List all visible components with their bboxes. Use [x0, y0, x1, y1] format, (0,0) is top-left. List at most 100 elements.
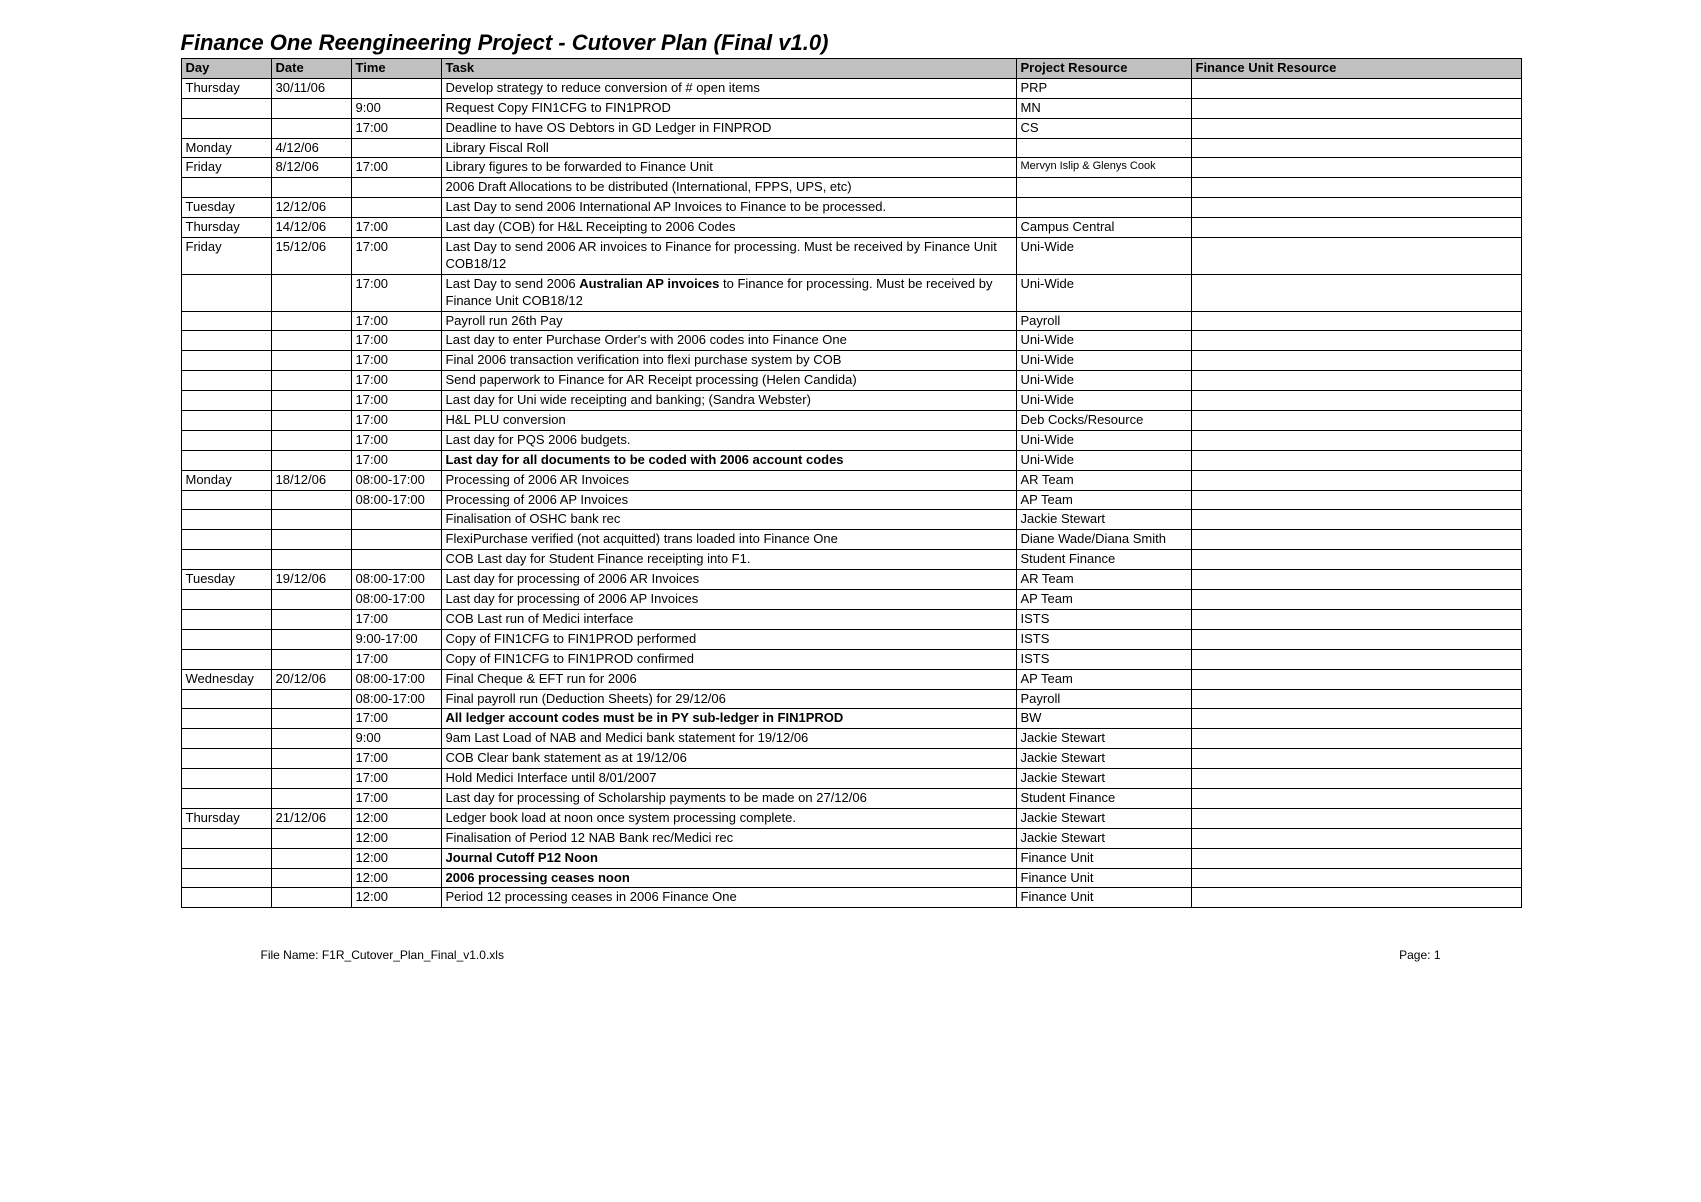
cell-res2: [1191, 411, 1521, 431]
table-row: 9:009am Last Load of NAB and Medici bank…: [181, 729, 1521, 749]
cell-date: [271, 709, 351, 729]
cell-day: [181, 828, 271, 848]
cell-date: [271, 274, 351, 311]
cell-res2: [1191, 158, 1521, 178]
cell-time: 9:00: [351, 729, 441, 749]
table-row: 17:00Payroll run 26th PayPayroll: [181, 311, 1521, 331]
cell-res1: Finance Unit: [1016, 868, 1191, 888]
cell-day: Thursday: [181, 218, 271, 238]
cell-task: Last day for processing of Scholarship p…: [441, 788, 1016, 808]
table-row: Tuesday19/12/0608:00-17:00Last day for p…: [181, 570, 1521, 590]
table-row: 17:00Final 2006 transaction verification…: [181, 351, 1521, 371]
table-row: 17:00COB Last run of Medici interfaceIST…: [181, 609, 1521, 629]
cell-res1: CS: [1016, 118, 1191, 138]
cell-day: Monday: [181, 138, 271, 158]
cell-res2: [1191, 430, 1521, 450]
cell-date: [271, 769, 351, 789]
cell-time: [351, 178, 441, 198]
cell-date: [271, 629, 351, 649]
cell-time: 17:00: [351, 371, 441, 391]
cell-res2: [1191, 118, 1521, 138]
cell-date: [271, 311, 351, 331]
cell-time: 08:00-17:00: [351, 470, 441, 490]
cell-res1: Diane Wade/Diana Smith: [1016, 530, 1191, 550]
cell-task: Finalisation of OSHC bank rec: [441, 510, 1016, 530]
table-row: 12:00Period 12 processing ceases in 2006…: [181, 888, 1521, 908]
cell-day: [181, 749, 271, 769]
cell-res2: [1191, 669, 1521, 689]
cell-task: Period 12 processing ceases in 2006 Fina…: [441, 888, 1016, 908]
cell-res1: Jackie Stewart: [1016, 510, 1191, 530]
table-row: FlexiPurchase verified (not acquitted) t…: [181, 530, 1521, 550]
cell-time: [351, 138, 441, 158]
cell-task: Hold Medici Interface until 8/01/2007: [441, 769, 1016, 789]
cell-date: [271, 391, 351, 411]
cell-date: [271, 609, 351, 629]
cell-task: COB Clear bank statement as at 19/12/06: [441, 749, 1016, 769]
table-row: 08:00-17:00Processing of 2006 AP Invoice…: [181, 490, 1521, 510]
cell-task: Final Cheque & EFT run for 2006: [441, 669, 1016, 689]
cell-task: Last Day to send 2006 AR invoices to Fin…: [441, 238, 1016, 275]
cell-task: Last day for PQS 2006 budgets.: [441, 430, 1016, 450]
table-header-row: Day Date Time Task Project Resource Fina…: [181, 59, 1521, 79]
cell-task: Last day for Uni wide receipting and ban…: [441, 391, 1016, 411]
cell-task: Final 2006 transaction verification into…: [441, 351, 1016, 371]
table-row: 17:00COB Clear bank statement as at 19/1…: [181, 749, 1521, 769]
cell-res1: AP Team: [1016, 669, 1191, 689]
cell-task: Payroll run 26th Pay: [441, 311, 1016, 331]
cell-res1: Uni-Wide: [1016, 450, 1191, 470]
footer: File Name: F1R_Cutover_Plan_Final_v1.0.x…: [181, 948, 1521, 962]
cell-res2: [1191, 274, 1521, 311]
cell-time: 9:00-17:00: [351, 629, 441, 649]
cell-day: [181, 848, 271, 868]
cell-day: Monday: [181, 470, 271, 490]
cell-task: Copy of FIN1CFG to FIN1PROD performed: [441, 629, 1016, 649]
cell-task: Library figures to be forwarded to Finan…: [441, 158, 1016, 178]
cell-res2: [1191, 530, 1521, 550]
cell-res1: Uni-Wide: [1016, 274, 1191, 311]
cell-date: 12/12/06: [271, 198, 351, 218]
cell-task: Journal Cutoff P12 Noon: [441, 848, 1016, 868]
cell-day: Thursday: [181, 78, 271, 98]
table-row: Thursday14/12/0617:00Last day (COB) for …: [181, 218, 1521, 238]
cell-date: [271, 178, 351, 198]
cell-day: Friday: [181, 158, 271, 178]
cell-res2: [1191, 178, 1521, 198]
cell-time: 17:00: [351, 118, 441, 138]
cell-task: Finalisation of Period 12 NAB Bank rec/M…: [441, 828, 1016, 848]
cell-task: Processing of 2006 AR Invoices: [441, 470, 1016, 490]
cell-res1: PRP: [1016, 78, 1191, 98]
cell-res1: BW: [1016, 709, 1191, 729]
cell-time: [351, 510, 441, 530]
cell-res1: AR Team: [1016, 470, 1191, 490]
cell-time: 08:00-17:00: [351, 669, 441, 689]
cell-res1: Uni-Wide: [1016, 238, 1191, 275]
cell-time: 08:00-17:00: [351, 590, 441, 610]
cell-day: [181, 868, 271, 888]
footer-page: Page: 1: [1399, 948, 1440, 962]
cell-time: 12:00: [351, 808, 441, 828]
cell-day: [181, 729, 271, 749]
footer-file: File Name: F1R_Cutover_Plan_Final_v1.0.x…: [261, 948, 504, 962]
cell-date: 4/12/06: [271, 138, 351, 158]
th-res2: Finance Unit Resource: [1191, 59, 1521, 79]
cell-day: [181, 769, 271, 789]
table-row: 9:00Request Copy FIN1CFG to FIN1PRODMN: [181, 98, 1521, 118]
cell-res1: Finance Unit: [1016, 888, 1191, 908]
cell-task: Deadline to have OS Debtors in GD Ledger…: [441, 118, 1016, 138]
cell-date: 15/12/06: [271, 238, 351, 275]
cell-res2: [1191, 828, 1521, 848]
cell-task: COB Last run of Medici interface: [441, 609, 1016, 629]
cell-res1: Campus Central: [1016, 218, 1191, 238]
table-row: Monday18/12/0608:00-17:00Processing of 2…: [181, 470, 1521, 490]
cell-date: 20/12/06: [271, 669, 351, 689]
table-row: 17:00Last day for PQS 2006 budgets.Uni-W…: [181, 430, 1521, 450]
cell-time: 17:00: [351, 769, 441, 789]
cell-res2: [1191, 788, 1521, 808]
cell-task: 9am Last Load of NAB and Medici bank sta…: [441, 729, 1016, 749]
cell-res1: Uni-Wide: [1016, 331, 1191, 351]
page: Finance One Reengineering Project - Cuto…: [181, 30, 1521, 962]
cell-day: [181, 550, 271, 570]
cell-res1: AP Team: [1016, 590, 1191, 610]
page-title: Finance One Reengineering Project - Cuto…: [181, 30, 1521, 56]
